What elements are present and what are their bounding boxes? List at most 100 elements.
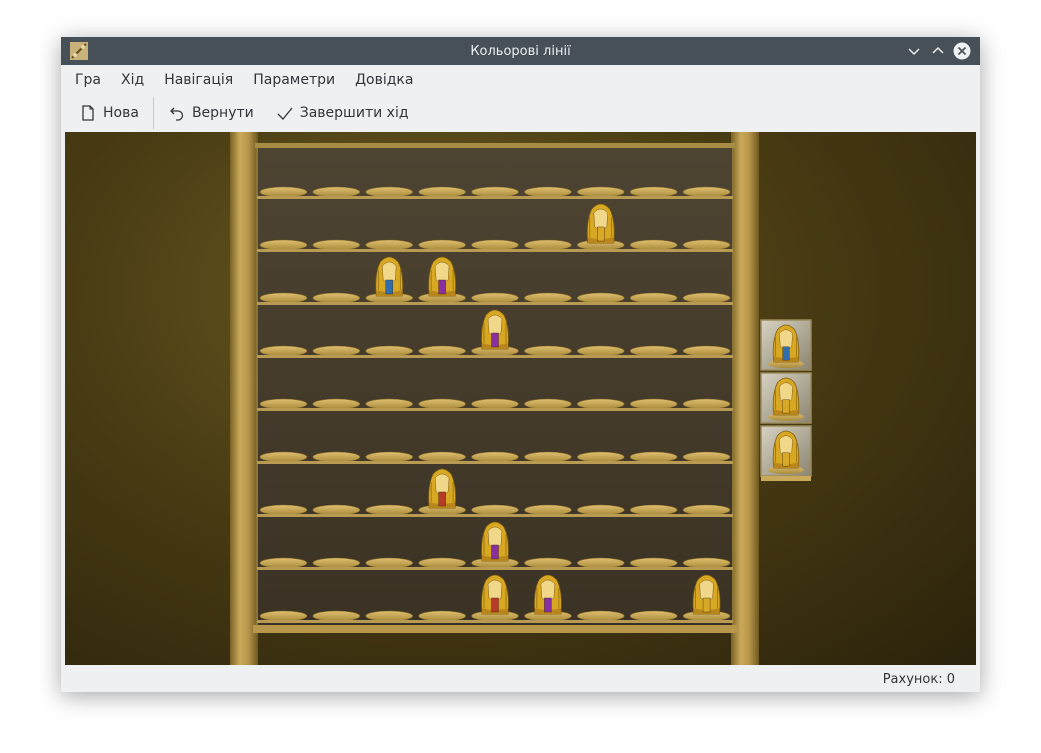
board-cell-plate[interactable] <box>418 451 466 463</box>
board-cell-plate[interactable] <box>365 398 413 410</box>
board-cell-plate[interactable] <box>577 557 625 569</box>
end-turn-label: Завершити хід <box>299 105 409 121</box>
board-cell-plate[interactable] <box>629 186 678 198</box>
board-cell-plate[interactable] <box>312 239 361 251</box>
board-cell-plate[interactable] <box>312 610 361 622</box>
board-cell-plate[interactable] <box>629 557 678 569</box>
close-icon[interactable] <box>953 42 971 60</box>
board-cell-plate[interactable] <box>524 504 572 516</box>
board-cell-plate[interactable] <box>312 557 361 569</box>
menu-help[interactable]: Довідка <box>345 65 423 95</box>
new-game-button[interactable]: Нова <box>71 98 147 128</box>
board-cell-plate[interactable] <box>524 239 572 251</box>
menu-navigation[interactable]: Навігація <box>154 65 243 95</box>
board-cell-plate[interactable] <box>682 557 731 569</box>
board-cell-plate[interactable] <box>471 186 519 198</box>
board-cell-plate[interactable] <box>418 186 466 198</box>
board-cell-plate[interactable] <box>577 610 625 622</box>
board-cell-plate[interactable] <box>418 557 466 569</box>
board-cell-plate[interactable] <box>629 239 678 251</box>
board-cell-plate[interactable] <box>312 504 361 516</box>
board-cell-plate[interactable] <box>471 292 519 304</box>
board-cell-plate[interactable] <box>629 610 678 622</box>
board-cell-plate[interactable] <box>471 451 519 463</box>
menu-move[interactable]: Хід <box>111 65 154 95</box>
board-cell-plate[interactable] <box>577 504 625 516</box>
next-pharaoh-piece[interactable] <box>772 324 800 363</box>
board-cell-plate[interactable] <box>471 239 519 251</box>
board-cell-plate[interactable] <box>365 186 413 198</box>
board-cell-plate[interactable] <box>259 451 308 463</box>
board-cell-plate[interactable] <box>418 345 466 357</box>
board-cell-plate[interactable] <box>629 504 678 516</box>
board-cell-plate[interactable] <box>524 451 572 463</box>
pharaoh-piece[interactable] <box>586 203 615 244</box>
pharaoh-piece[interactable] <box>428 256 457 297</box>
board-cell-plate[interactable] <box>312 398 361 410</box>
board-cell-plate[interactable] <box>682 451 731 463</box>
menu-game[interactable]: Гра <box>61 65 111 95</box>
board-cell-plate[interactable] <box>259 292 308 304</box>
pharaoh-piece[interactable] <box>481 521 509 562</box>
end-turn-button[interactable]: Завершити хід <box>268 98 417 128</box>
board-cell-plate[interactable] <box>365 557 413 569</box>
game-board[interactable] <box>65 132 976 665</box>
menu-settings[interactable]: Параметри <box>243 65 345 95</box>
board-cell-plate[interactable] <box>365 345 413 357</box>
next-pharaoh-piece[interactable] <box>772 377 800 416</box>
board-cell-plate[interactable] <box>312 451 361 463</box>
board-cell-plate[interactable] <box>682 398 731 410</box>
board-cell-plate[interactable] <box>259 345 308 357</box>
board-cell-plate[interactable] <box>577 345 625 357</box>
pharaoh-piece[interactable] <box>692 574 721 615</box>
board-cell-plate[interactable] <box>524 292 572 304</box>
board-cell-plate[interactable] <box>418 239 466 251</box>
board-cell-plate[interactable] <box>629 292 678 304</box>
board-cell-plate[interactable] <box>365 504 413 516</box>
undo-button[interactable]: Вернути <box>160 98 262 128</box>
board-cell-plate[interactable] <box>629 345 678 357</box>
next-pharaoh-piece[interactable] <box>772 430 800 469</box>
board-cell-plate[interactable] <box>259 610 308 622</box>
board-cell-plate[interactable] <box>259 398 308 410</box>
minimize-icon[interactable] <box>905 42 923 60</box>
board-cell-plate[interactable] <box>418 610 466 622</box>
board-cell-plate[interactable] <box>629 451 678 463</box>
board-cell-plate[interactable] <box>312 186 361 198</box>
game-board-area[interactable] <box>65 132 976 665</box>
board-cell-plate[interactable] <box>365 239 413 251</box>
board-cell-plate[interactable] <box>259 186 308 198</box>
board-cell-plate[interactable] <box>312 292 361 304</box>
board-cell-plate[interactable] <box>524 186 572 198</box>
board-cell-plate[interactable] <box>471 504 519 516</box>
shelf-top-frame <box>255 143 735 148</box>
board-cell-plate[interactable] <box>629 398 678 410</box>
maximize-icon[interactable] <box>929 42 947 60</box>
board-cell-plate[interactable] <box>682 239 731 251</box>
board-cell-plate[interactable] <box>418 398 466 410</box>
app-icon[interactable] <box>70 42 88 60</box>
board-cell-plate[interactable] <box>577 292 625 304</box>
board-cell-plate[interactable] <box>577 398 625 410</box>
pharaoh-piece[interactable] <box>375 256 404 297</box>
board-cell-plate[interactable] <box>365 451 413 463</box>
pharaoh-piece[interactable] <box>428 468 457 509</box>
board-cell-plate[interactable] <box>524 398 572 410</box>
board-cell-plate[interactable] <box>682 504 731 516</box>
board-cell-plate[interactable] <box>524 557 572 569</box>
pharaoh-piece[interactable] <box>533 574 562 615</box>
board-cell-plate[interactable] <box>259 557 308 569</box>
board-cell-plate[interactable] <box>682 186 731 198</box>
board-cell-plate[interactable] <box>577 451 625 463</box>
pharaoh-piece[interactable] <box>481 574 509 615</box>
board-cell-plate[interactable] <box>259 239 308 251</box>
board-cell-plate[interactable] <box>577 186 625 198</box>
board-cell-plate[interactable] <box>312 345 361 357</box>
board-cell-plate[interactable] <box>259 504 308 516</box>
board-cell-plate[interactable] <box>471 398 519 410</box>
board-cell-plate[interactable] <box>524 345 572 357</box>
pharaoh-piece[interactable] <box>481 309 509 350</box>
board-cell-plate[interactable] <box>682 292 731 304</box>
board-cell-plate[interactable] <box>682 345 731 357</box>
board-cell-plate[interactable] <box>365 610 413 622</box>
